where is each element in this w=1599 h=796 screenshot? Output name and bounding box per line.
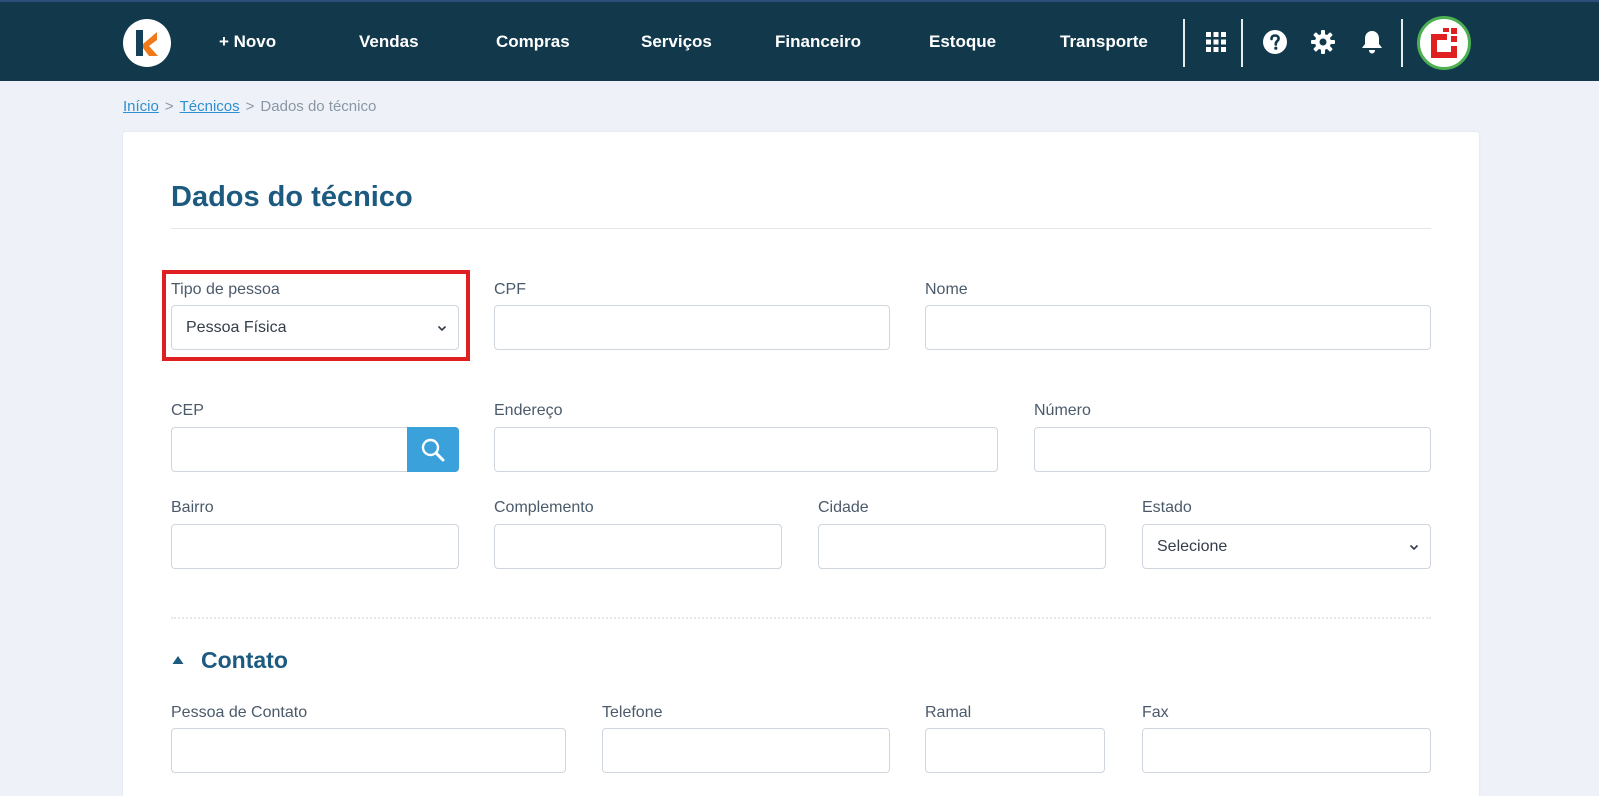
ramal-input[interactable]: [926, 729, 1104, 772]
fax-field[interactable]: [1142, 728, 1431, 773]
chevron-down-icon: [1409, 544, 1419, 551]
user-avatar[interactable]: [1417, 16, 1471, 70]
nav-compras[interactable]: Compras: [496, 32, 570, 52]
bell-icon[interactable]: [1359, 29, 1385, 55]
help-icon[interactable]: [1262, 29, 1288, 55]
nav-divider: [1241, 19, 1243, 67]
complemento-input[interactable]: [495, 525, 781, 568]
breadcrumb-home-link[interactable]: Início: [123, 98, 159, 115]
apps-grid-icon[interactable]: [1203, 29, 1229, 55]
telefone-input[interactable]: [603, 729, 889, 772]
endereco-label: Endereço: [494, 402, 563, 419]
cpf-input[interactable]: [495, 306, 889, 349]
complemento-label: Complemento: [494, 499, 594, 516]
logo-icon: [136, 30, 158, 56]
bairro-field[interactable]: [171, 524, 459, 569]
nav-transporte[interactable]: Transporte: [1060, 32, 1148, 52]
pessoa-contato-field[interactable]: [171, 728, 566, 773]
estado-value: Selecione: [1157, 538, 1228, 555]
cep-input[interactable]: [172, 428, 410, 471]
contato-section-toggle[interactable]: Contato: [171, 646, 288, 674]
numero-input[interactable]: [1035, 428, 1430, 471]
cep-label: CEP: [171, 402, 204, 419]
telefone-field[interactable]: [602, 728, 890, 773]
cpf-label: CPF: [494, 281, 526, 298]
triangle-up-icon: [172, 656, 184, 664]
breadcrumb-current: Dados do técnico: [260, 98, 377, 115]
section-divider: [171, 617, 1431, 619]
cep-search-button[interactable]: [407, 427, 459, 472]
search-icon: [421, 438, 445, 461]
nav-servicos[interactable]: Serviços: [641, 32, 712, 52]
breadcrumb-tecnicos-link[interactable]: Técnicos: [180, 98, 240, 115]
app-logo[interactable]: [123, 19, 171, 67]
nome-field[interactable]: [925, 305, 1431, 350]
nav-divider: [1401, 19, 1403, 67]
cidade-input[interactable]: [819, 525, 1105, 568]
nome-label: Nome: [925, 281, 968, 298]
breadcrumb-separator: >: [245, 98, 255, 115]
highlight-box: [162, 270, 470, 361]
cep-field[interactable]: [171, 427, 411, 472]
estado-select[interactable]: Selecione: [1142, 524, 1431, 569]
ramal-label: Ramal: [925, 704, 972, 721]
company-logo-icon: [1431, 28, 1457, 58]
endereco-field[interactable]: [494, 427, 998, 472]
nav-estoque[interactable]: Estoque: [929, 32, 996, 52]
telefone-label: Telefone: [602, 704, 663, 721]
fax-label: Fax: [1142, 704, 1169, 721]
numero-label: Número: [1034, 402, 1091, 419]
breadcrumb-separator: >: [164, 98, 174, 115]
bairro-input[interactable]: [172, 525, 458, 568]
cidade-label: Cidade: [818, 499, 869, 516]
nav-novo[interactable]: + Novo: [219, 32, 276, 52]
nome-input[interactable]: [926, 306, 1430, 349]
breadcrumb: Início > Técnicos > Dados do técnico: [123, 97, 376, 117]
ramal-field[interactable]: [925, 728, 1105, 773]
complemento-field[interactable]: [494, 524, 782, 569]
pessoa-contato-input[interactable]: [172, 729, 565, 772]
nav-financeiro[interactable]: Financeiro: [775, 32, 861, 52]
fax-input[interactable]: [1143, 729, 1430, 772]
nav-vendas[interactable]: Vendas: [359, 32, 419, 52]
contato-section-title: Contato: [201, 647, 288, 673]
title-divider: [171, 228, 1431, 229]
gear-icon[interactable]: [1310, 29, 1336, 55]
page-title: Dados do técnico: [171, 181, 413, 213]
nav-divider: [1183, 19, 1185, 67]
cpf-field[interactable]: [494, 305, 890, 350]
cidade-field[interactable]: [818, 524, 1106, 569]
numero-field[interactable]: [1034, 427, 1431, 472]
estado-label: Estado: [1142, 499, 1192, 516]
bairro-label: Bairro: [171, 499, 214, 516]
endereco-input[interactable]: [495, 428, 997, 471]
top-navbar: + Novo Vendas Compras Serviços Financeir…: [0, 0, 1599, 81]
pessoa-contato-label: Pessoa de Contato: [171, 704, 308, 721]
